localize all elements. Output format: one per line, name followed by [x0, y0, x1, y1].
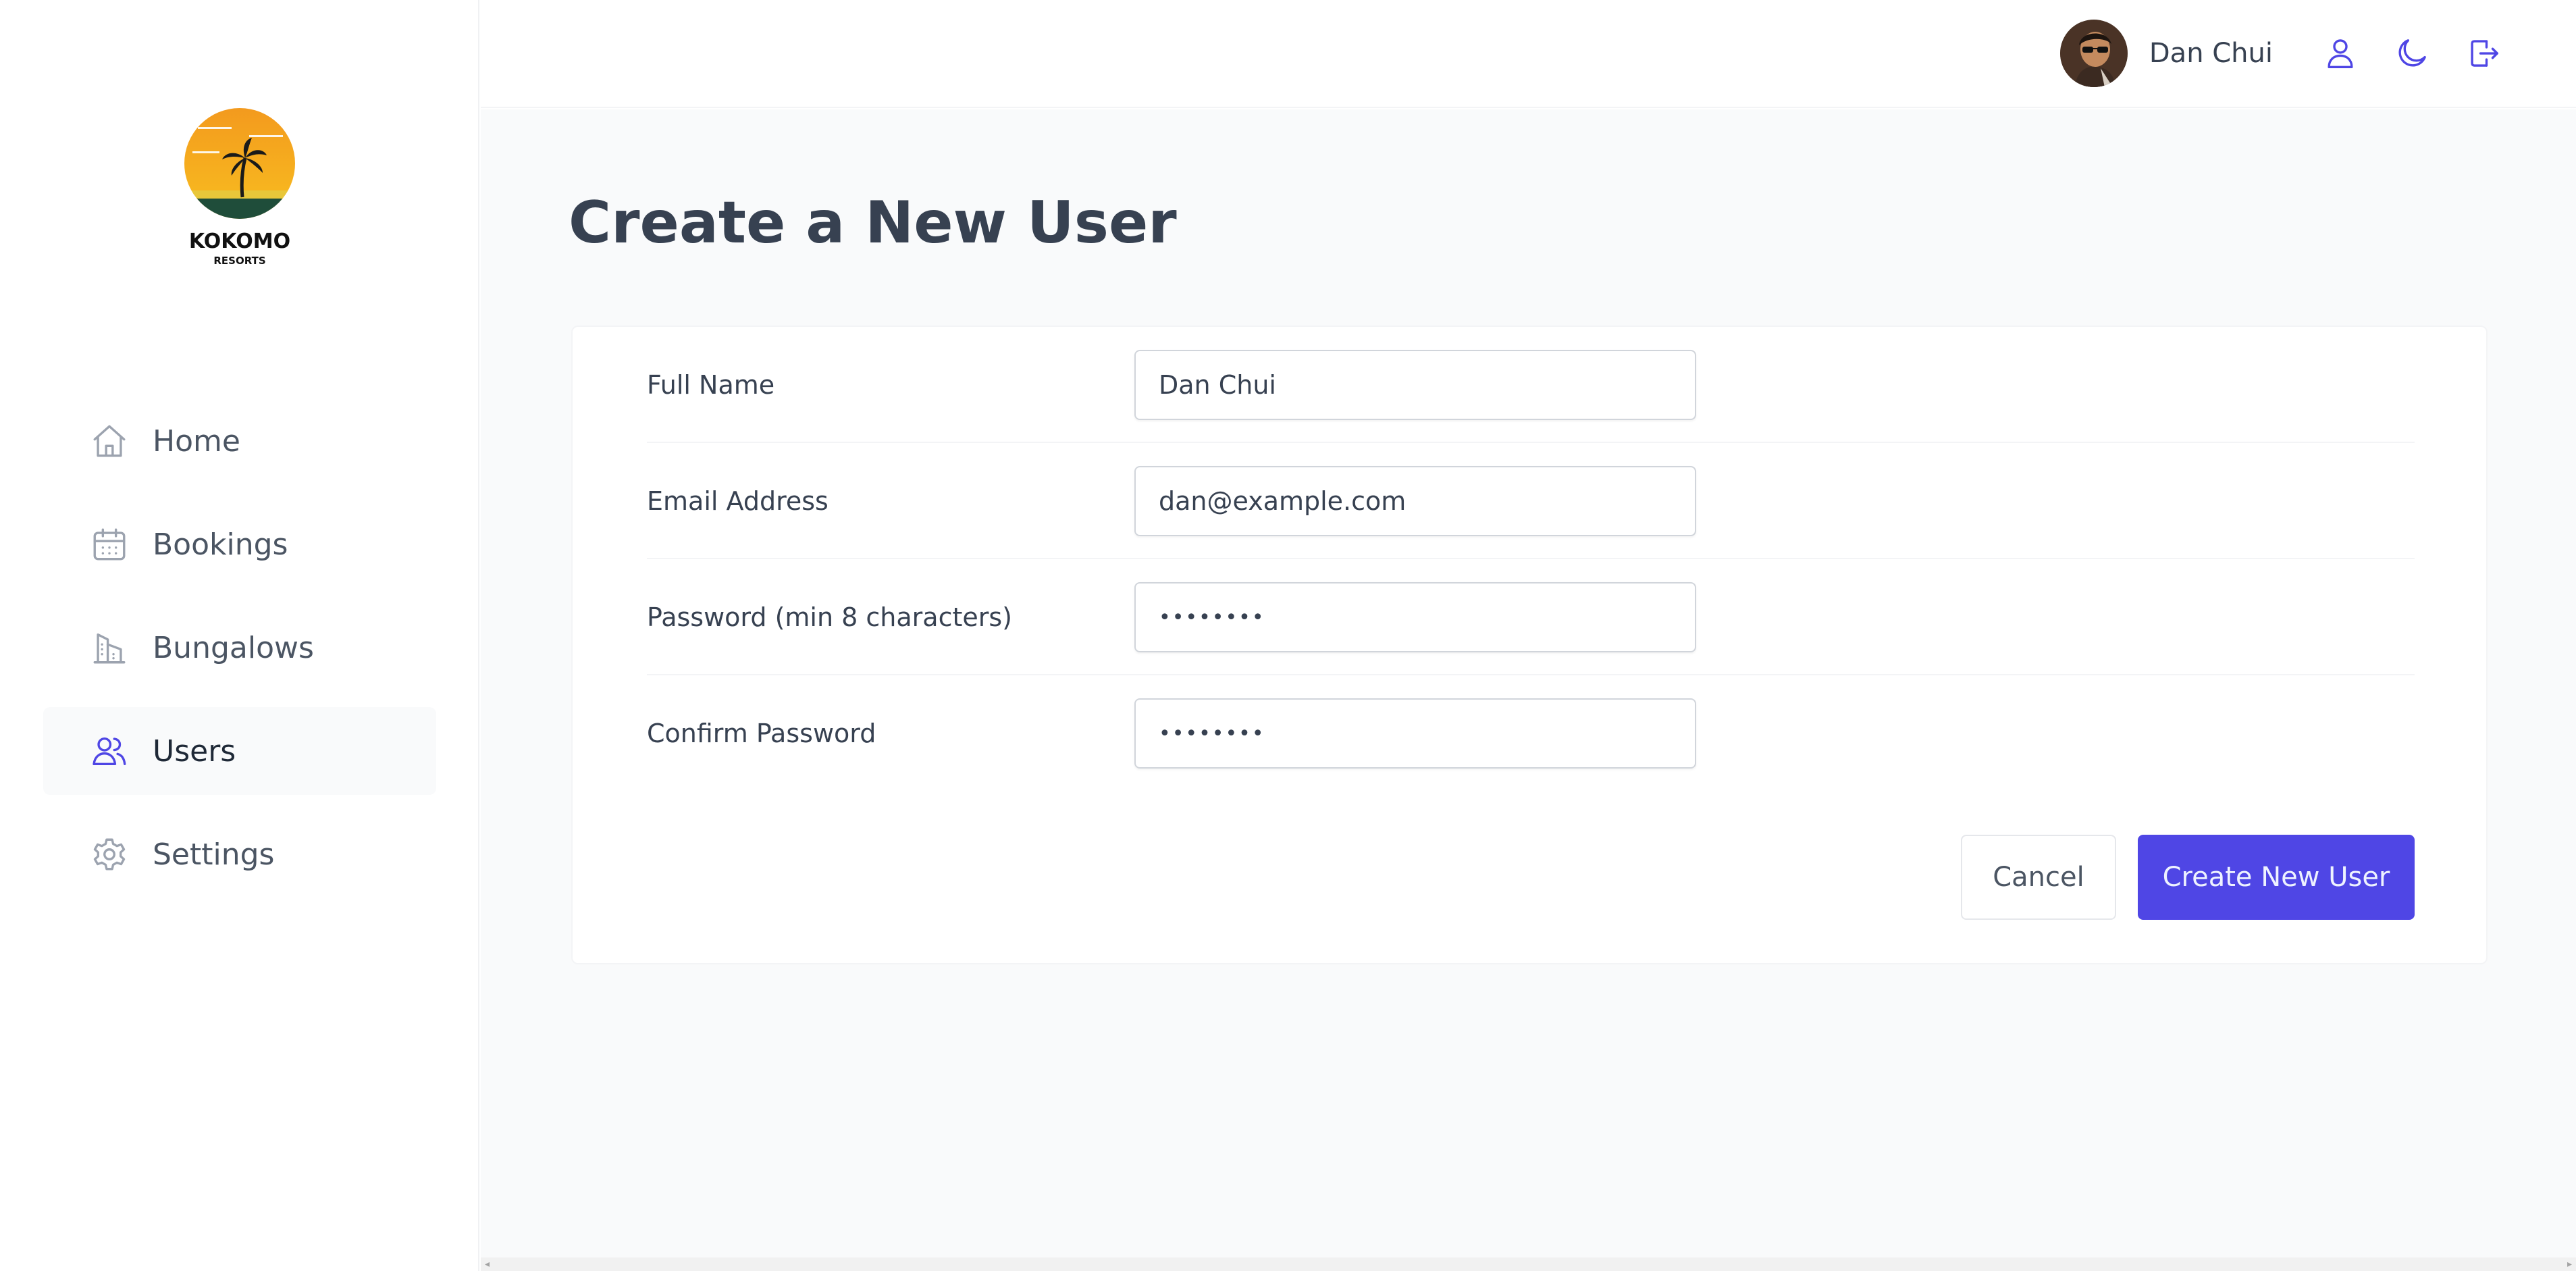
moon-icon — [2394, 35, 2430, 74]
logout-icon — [2465, 35, 2502, 74]
form-row-confirm-password: Confirm Password — [647, 675, 2415, 792]
account-button[interactable] — [2321, 27, 2360, 81]
sidebar-item-label: Users — [153, 733, 236, 769]
users-icon — [89, 731, 130, 771]
sidebar-item-label: Settings — [153, 837, 275, 872]
dark-mode-toggle[interactable] — [2392, 27, 2432, 81]
top-header: Dan Chui — [481, 0, 2576, 108]
building-icon — [89, 627, 130, 668]
password-label: Password (min 8 characters) — [647, 602, 1012, 632]
password-field[interactable] — [1134, 582, 1696, 652]
sidebar: KOKOMO RESORTS Home Bookings Bungalows U… — [0, 0, 479, 1271]
main-nav: Home Bookings Bungalows Users Settings — [43, 397, 436, 914]
scroll-left-icon[interactable]: ◂ — [485, 1259, 490, 1270]
form-row-full-name: Full Name — [647, 327, 2415, 443]
full-name-label: Full Name — [647, 370, 775, 400]
brand-tagline: RESORTS — [213, 255, 266, 267]
sidebar-item-settings[interactable]: Settings — [43, 810, 436, 898]
header-user[interactable]: Dan Chui — [2059, 20, 2273, 87]
header-actions — [2321, 27, 2503, 81]
brand-logo[interactable]: KOKOMO RESORTS — [182, 108, 297, 270]
logout-button[interactable] — [2464, 27, 2503, 81]
palm-sunset-logo-icon — [184, 108, 295, 219]
calendar-icon — [89, 524, 130, 565]
sidebar-item-label: Home — [153, 423, 240, 459]
create-user-button[interactable]: Create New User — [2138, 835, 2415, 920]
user-avatar-image-icon — [2059, 20, 2128, 87]
sidebar-item-bungalows[interactable]: Bungalows — [43, 604, 436, 692]
avatar — [2059, 20, 2128, 87]
user-icon — [2322, 35, 2359, 74]
full-name-field[interactable] — [1134, 350, 1696, 420]
main-content: Create a New User Full Name Email Addres… — [481, 109, 2576, 1257]
sidebar-item-label: Bungalows — [153, 630, 314, 665]
confirm-password-field[interactable] — [1134, 698, 1696, 769]
form-row-email: Email Address — [647, 443, 2415, 559]
horizontal-scrollbar[interactable]: ◂ ▸ — [481, 1257, 2576, 1271]
create-user-form: Full Name Email Address Password (min 8 … — [571, 326, 2488, 964]
brand-name: KOKOMO — [188, 230, 291, 253]
home-icon — [89, 421, 130, 461]
email-field[interactable] — [1134, 466, 1696, 536]
sidebar-item-label: Bookings — [153, 527, 288, 562]
sidebar-item-home[interactable]: Home — [43, 397, 436, 485]
confirm-password-label: Confirm Password — [647, 719, 876, 748]
email-label: Email Address — [647, 486, 829, 516]
cancel-button[interactable]: Cancel — [1961, 835, 2116, 920]
scroll-right-icon[interactable]: ▸ — [2567, 1259, 2572, 1270]
sidebar-item-bookings[interactable]: Bookings — [43, 500, 436, 588]
gear-icon — [89, 834, 130, 875]
form-row-password: Password (min 8 characters) — [647, 559, 2415, 675]
header-user-name: Dan Chui — [2149, 38, 2273, 69]
page-title: Create a New User — [569, 189, 1177, 257]
sidebar-item-users[interactable]: Users — [43, 707, 436, 795]
